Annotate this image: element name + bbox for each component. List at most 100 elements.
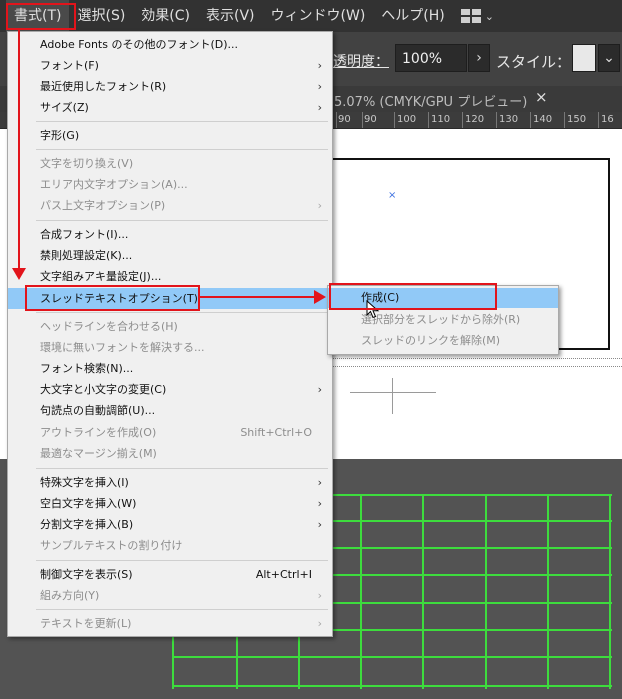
menu-item-fill-placeholder[interactable]: サンプルテキストの割り付け <box>8 535 332 556</box>
menu-item-kinsoku-settings[interactable]: 禁則処理設定(K)... <box>8 245 332 266</box>
ruler-tick: 16 <box>601 114 614 125</box>
menu-item-change-case[interactable]: 大文字と小文字の変更(C) › <box>8 379 332 400</box>
menu-item-label: 大文字と小文字の変更(C) <box>40 383 167 396</box>
annotation-arrowhead-right <box>314 290 326 304</box>
guide-line <box>330 358 622 359</box>
submenu-item-remove-threading[interactable]: 選択部分をスレッドから除外(R) <box>328 310 558 330</box>
ruler-tick: 130 <box>499 114 519 125</box>
menu-item-label: 字形(G) <box>40 129 80 142</box>
menu-item-label: フォント(F) <box>40 59 99 72</box>
menu-item-label: 文字組みアキ量設定(J)... <box>40 270 162 283</box>
ruler-tick: 90 <box>338 114 351 125</box>
submenu-item-label: 選択部分をスレッドから除外(R) <box>361 313 521 326</box>
menu-item-fit-headline[interactable]: ヘッドラインを合わせる(H) <box>8 316 332 337</box>
submenu-arrow-icon: › <box>317 497 322 510</box>
workspace-layout-icon <box>460 9 481 23</box>
menu-item-label: 最近使用したフォント(R) <box>40 80 167 93</box>
guide-line <box>330 366 622 367</box>
submenu-arrow-icon: › <box>317 617 322 630</box>
menu-item-mojikumi-settings[interactable]: 文字組みアキ量設定(J)... <box>8 266 332 287</box>
submenu-arrow-icon: › <box>317 199 322 212</box>
annotation-box-create <box>329 283 497 310</box>
menu-item-adobe-fonts[interactable]: Adobe Fonts のその他のフォント(D)... <box>8 34 332 55</box>
menu-item-label: パス上文字オプション(P) <box>40 199 166 212</box>
menu-item-change-text[interactable]: 文字を切り換え(V) <box>8 153 332 174</box>
menu-item-label: テキストを更新(L) <box>40 617 132 630</box>
ruler-tick: 100 <box>397 114 417 125</box>
ruler-tick: 90 <box>364 114 377 125</box>
menu-item-label: ヘッドラインを合わせる(H) <box>40 320 178 333</box>
menu-item-label: 分割文字を挿入(B) <box>40 518 134 531</box>
style-dropdown-button[interactable]: ⌄ <box>598 44 620 72</box>
menu-item-label: サンプルテキストの割り付け <box>40 539 183 552</box>
menu-item-insert-break[interactable]: 分割文字を挿入(B) › <box>8 514 332 535</box>
annotation-line-right <box>200 296 316 298</box>
menu-item-font[interactable]: フォント(F) › <box>8 55 332 76</box>
menu-item-label: 制御文字を表示(S) <box>40 568 133 581</box>
menu-item-label: エリア内文字オプション(A)... <box>40 178 188 191</box>
menu-item-shortcut: Shift+Ctrl+O <box>240 426 312 439</box>
menu-item-find-font[interactable]: フォント検索(N)... <box>8 358 332 379</box>
menu-item-label: フォント検索(N)... <box>40 362 134 375</box>
workspace-switcher[interactable]: ⌄ <box>460 9 494 23</box>
menu-help[interactable]: ヘルプ(H) <box>373 0 452 32</box>
menu-item-optical-margin[interactable]: 最適なマージン揃え(M) <box>8 443 332 464</box>
menu-item-smart-punctuation[interactable]: 句読点の自動調節(U)... <box>8 400 332 421</box>
submenu-item-label: スレッドのリンクを解除(M) <box>361 334 501 347</box>
menu-window[interactable]: ウィンドウ(W) <box>263 0 374 32</box>
menu-item-label: 環境に無いフォントを解決する... <box>40 341 205 354</box>
menu-item-area-type-options[interactable]: エリア内文字オプション(A)... <box>8 174 332 195</box>
menu-item-label: 最適なマージン揃え(M) <box>40 447 157 460</box>
menu-item-create-outlines[interactable]: アウトラインを作成(O) Shift+Ctrl+O <box>8 422 332 443</box>
document-tab-title: 5.07% (CMYK/GPU プレビュー) <box>334 95 528 110</box>
menu-item-label: 禁則処理設定(K)... <box>40 249 133 262</box>
menu-select[interactable]: 選択(S) <box>69 0 133 32</box>
submenu-item-release-selection[interactable]: スレッドのリンクを解除(M) <box>328 331 558 351</box>
menu-item-recent-fonts[interactable]: 最近使用したフォント(R) › <box>8 76 332 97</box>
ruler-tick: 150 <box>567 114 587 125</box>
submenu-arrow-icon: › <box>317 80 322 93</box>
submenu-arrow-icon: › <box>317 476 322 489</box>
menu-view[interactable]: 表示(V) <box>198 0 263 32</box>
menu-item-type-orientation[interactable]: 組み方向(Y) › <box>8 585 332 606</box>
type-menu-dropdown: Adobe Fonts のその他のフォント(D)... フォント(F) › 最近使… <box>7 31 333 637</box>
ruler-tick: 110 <box>431 114 451 125</box>
menu-item-label: 合成フォント(I)... <box>40 228 129 241</box>
chevron-down-icon: ⌄ <box>484 9 494 23</box>
menu-item-label: 句読点の自動調節(U)... <box>40 404 156 417</box>
opacity-expand-button[interactable]: › <box>468 44 490 72</box>
menu-item-label: サイズ(Z) <box>40 101 89 114</box>
ruler-tick: 120 <box>465 114 485 125</box>
menu-item-insert-whitespace[interactable]: 空白文字を挿入(W) › <box>8 493 332 514</box>
opacity-label: 透明度： <box>333 54 389 70</box>
submenu-arrow-icon: › <box>317 101 322 114</box>
opacity-input[interactable]: 100% <box>395 44 467 72</box>
crosshair-vertical <box>392 378 393 414</box>
annotation-box-type-menu <box>6 3 76 30</box>
menu-item-update-text[interactable]: テキストを更新(L) › <box>8 613 332 634</box>
menubar: 書式(T) 選択(S) 効果(C) 表示(V) ウィンドウ(W) ヘルプ(H) … <box>0 0 622 32</box>
close-icon[interactable]: × <box>535 88 548 106</box>
menu-item-label: 組み方向(Y) <box>40 589 100 602</box>
menu-item-insert-special-character[interactable]: 特殊文字を挿入(I) › <box>8 472 332 493</box>
menu-item-show-hidden-characters[interactable]: 制御文字を表示(S) Alt+Ctrl+I <box>8 564 332 585</box>
menu-item-label: 特殊文字を挿入(I) <box>40 476 129 489</box>
menu-item-label: 文字を切り換え(V) <box>40 157 134 170</box>
menu-item-glyphs[interactable]: 字形(G) <box>8 125 332 146</box>
menu-item-shortcut: Alt+Ctrl+I <box>255 568 312 581</box>
menu-item-type-on-path-options[interactable]: パス上文字オプション(P) › <box>8 195 332 216</box>
menu-item-composite-fonts[interactable]: 合成フォント(I)... <box>8 224 332 245</box>
menu-item-resolve-missing-fonts[interactable]: 環境に無いフォントを解決する... <box>8 337 332 358</box>
annotation-box-threaded-text <box>25 285 200 311</box>
submenu-arrow-icon: › <box>317 59 322 72</box>
style-label: スタイル： <box>496 53 572 71</box>
menu-effect[interactable]: 効果(C) <box>133 0 198 32</box>
submenu-arrow-icon: › <box>317 383 322 396</box>
annotation-arrowhead-down <box>12 268 26 280</box>
style-swatch[interactable] <box>572 44 596 72</box>
annotation-line-down <box>18 30 20 270</box>
ruler-tick: 140 <box>533 114 553 125</box>
menu-item-size[interactable]: サイズ(Z) › <box>8 97 332 118</box>
menu-item-label: アウトラインを作成(O) <box>40 426 157 439</box>
submenu-arrow-icon: › <box>317 518 322 531</box>
